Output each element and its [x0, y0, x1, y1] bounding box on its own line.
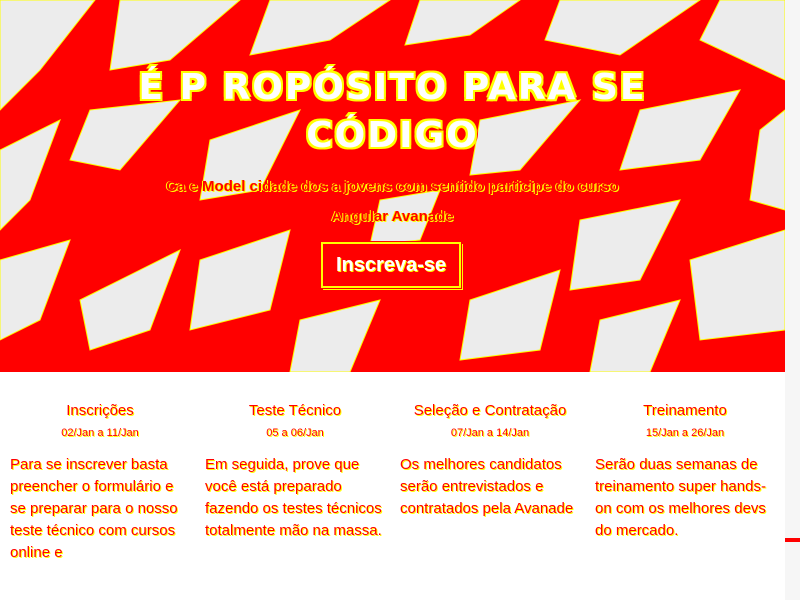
- step-date: 05 a 06/Jan: [266, 427, 324, 439]
- hero-title: É P ROPÓSITO PARA SE CÓDIGO: [138, 67, 647, 156]
- hero-subtitle-line2: Angular Avanade: [331, 208, 454, 225]
- steps-section: Inscrições 02/Jan a 11/Jan Para se inscr…: [0, 372, 785, 600]
- step-description: Em seguida, prove que você está preparad…: [205, 456, 382, 539]
- step-title: Seleção e Contratação: [413, 402, 567, 419]
- step-date: 07/Jan a 14/Jan: [450, 427, 530, 439]
- step-description: Serão duas semanas de treinamento super …: [595, 456, 766, 539]
- step-treinamento: Treinamento 15/Jan a 26/Jan Serão duas s…: [595, 402, 775, 542]
- hero-subtitle-line1: Ca e Model cidade dos a jovens com senti…: [166, 178, 619, 195]
- step-selecao-contratacao: Seleção e Contratação 07/Jan a 14/Jan Os…: [400, 402, 580, 520]
- hero-subtitle: Ca e Model cidade dos a jovens com senti…: [40, 172, 745, 232]
- step-description: Para se inscrever basta preencher o form…: [10, 456, 178, 561]
- step-date: 02/Jan a 11/Jan: [61, 427, 139, 439]
- page-scrollbar[interactable]: [785, 0, 800, 600]
- hero-banner: É P ROPÓSITO PARA SE CÓDIGO Ca e Model c…: [0, 0, 785, 372]
- step-description: Os melhores candidatos serão entrevistad…: [400, 456, 574, 517]
- landing-page: É P ROPÓSITO PARA SE CÓDIGO Ca e Model c…: [0, 0, 800, 600]
- scrollbar-thumb[interactable]: [785, 538, 800, 542]
- step-date: 15/Jan a 26/Jan: [645, 427, 725, 439]
- step-title: Inscrições: [66, 402, 134, 419]
- step-title: Treinamento: [643, 402, 727, 419]
- step-inscricoes: Inscrições 02/Jan a 11/Jan Para se inscr…: [10, 402, 190, 564]
- signup-button[interactable]: Inscreva-se: [321, 242, 461, 288]
- step-title: Teste Técnico: [248, 402, 342, 419]
- step-teste-tecnico: Teste Técnico 05 a 06/Jan Em seguida, pr…: [205, 402, 385, 542]
